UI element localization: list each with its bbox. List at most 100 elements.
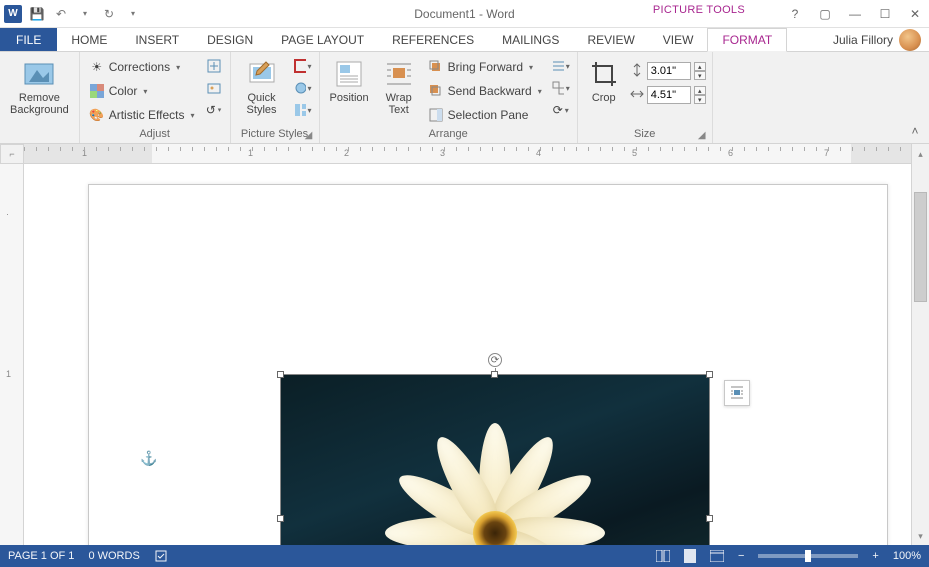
- read-mode-icon[interactable]: [656, 550, 670, 562]
- tab-insert[interactable]: INSERT: [121, 28, 193, 51]
- tab-review[interactable]: REVIEW: [573, 28, 648, 51]
- resize-handle-tm[interactable]: [491, 371, 498, 378]
- scroll-up-button[interactable]: ▴: [911, 144, 929, 164]
- arrange-group-label: Arrange: [429, 128, 468, 140]
- width-spin-down[interactable]: ▾: [694, 95, 706, 104]
- height-icon: [630, 63, 644, 80]
- vertical-ruler[interactable]: · 1: [0, 164, 24, 545]
- rotate-handle[interactable]: ⟳: [488, 353, 502, 367]
- resize-handle-ml[interactable]: [277, 515, 284, 522]
- resize-handle-tr[interactable]: [706, 371, 713, 378]
- chevron-down-icon: ▾: [191, 111, 195, 120]
- corrections-button[interactable]: ☀ Corrections ▾: [86, 56, 198, 78]
- chevron-down-icon: ▾: [176, 63, 180, 72]
- tab-selector[interactable]: ⌐: [0, 144, 24, 164]
- avatar: [899, 29, 921, 51]
- compress-pictures-button[interactable]: [204, 56, 224, 76]
- chevron-down-icon: ▾: [529, 63, 533, 72]
- inserted-picture[interactable]: ⟳: [280, 374, 710, 545]
- shape-width-input[interactable]: [647, 86, 691, 104]
- horizontal-ruler[interactable]: 11234567: [24, 144, 911, 164]
- zoom-slider[interactable]: [758, 554, 858, 558]
- picture-border-button[interactable]: ▾: [293, 56, 313, 76]
- resize-handle-mr[interactable]: [706, 515, 713, 522]
- color-button[interactable]: Color ▾: [86, 80, 198, 102]
- tab-home[interactable]: HOME: [57, 28, 121, 51]
- tab-page-layout[interactable]: PAGE LAYOUT: [267, 28, 378, 51]
- corrections-icon: ☀: [89, 59, 105, 75]
- remove-background-icon: [23, 58, 55, 90]
- undo-dropdown-icon[interactable]: ▾: [76, 5, 94, 23]
- crop-button[interactable]: Crop: [584, 56, 624, 106]
- wrap-text-button[interactable]: Wrap Text: [379, 56, 419, 118]
- save-icon[interactable]: 💾: [28, 5, 46, 23]
- selection-pane-icon: [428, 107, 444, 123]
- align-button[interactable]: ▾: [551, 56, 571, 76]
- group-button[interactable]: ▾: [551, 78, 571, 98]
- tab-format[interactable]: FORMAT: [707, 28, 787, 52]
- maximize-icon[interactable]: ☐: [875, 4, 895, 24]
- word-count[interactable]: 0 WORDS: [88, 550, 139, 562]
- quick-styles-label: Quick Styles: [247, 92, 277, 116]
- height-input-row: ▴▾: [630, 62, 706, 80]
- picture-styles-launcher[interactable]: ◢: [303, 129, 315, 141]
- artistic-effects-label: Artistic Effects: [109, 108, 185, 122]
- ruler-row: ⌐ 11234567 ▴: [0, 144, 929, 164]
- reset-picture-button[interactable]: ↺▾: [204, 100, 224, 120]
- qat-customize-icon[interactable]: ▾: [124, 5, 142, 23]
- undo-icon[interactable]: ↶: [52, 5, 70, 23]
- tab-file[interactable]: FILE: [0, 28, 57, 51]
- redo-icon[interactable]: ↻: [100, 5, 118, 23]
- width-spin-up[interactable]: ▴: [694, 86, 706, 95]
- tab-view[interactable]: VIEW: [649, 28, 708, 51]
- remove-background-button[interactable]: Remove Background: [6, 56, 73, 118]
- adjust-group-label: Adjust: [139, 128, 170, 140]
- tab-references[interactable]: REFERENCES: [378, 28, 488, 51]
- wrap-text-label: Wrap Text: [386, 92, 412, 116]
- layout-options-button[interactable]: [724, 380, 750, 406]
- zoom-slider-knob[interactable]: [805, 550, 811, 562]
- minimize-icon[interactable]: —: [845, 4, 865, 24]
- scrollbar-thumb[interactable]: [914, 192, 927, 302]
- print-layout-icon[interactable]: [684, 549, 696, 563]
- resize-handle-tl[interactable]: [277, 371, 284, 378]
- artistic-effects-icon: 🎨: [89, 107, 105, 123]
- height-spin-down[interactable]: ▾: [694, 71, 706, 80]
- size-group-label: Size: [634, 128, 655, 140]
- picture-layout-button[interactable]: ▾: [293, 100, 313, 120]
- shape-height-input[interactable]: [647, 62, 691, 80]
- web-layout-icon[interactable]: [710, 550, 724, 562]
- height-spin-up[interactable]: ▴: [694, 62, 706, 71]
- quick-styles-button[interactable]: Quick Styles: [237, 56, 287, 118]
- bring-forward-button[interactable]: Bring Forward ▾: [425, 56, 545, 78]
- selection-pane-button[interactable]: Selection Pane: [425, 104, 545, 126]
- size-launcher[interactable]: ◢: [696, 129, 708, 141]
- ribbon-tabs: FILE HOME INSERT DESIGN PAGE LAYOUT REFE…: [0, 28, 929, 52]
- scroll-down-button[interactable]: ▾: [912, 527, 929, 545]
- tab-design[interactable]: DESIGN: [193, 28, 267, 51]
- remove-background-label: Remove Background: [10, 92, 69, 116]
- status-bar: PAGE 1 OF 1 0 WORDS − + 100%: [0, 545, 929, 567]
- page-indicator[interactable]: PAGE 1 OF 1: [8, 550, 74, 562]
- send-backward-button[interactable]: Send Backward ▾: [425, 80, 545, 102]
- close-icon[interactable]: ✕: [905, 4, 925, 24]
- user-account[interactable]: Julia Fillory: [825, 28, 929, 51]
- ribbon-display-options-icon[interactable]: ▢: [815, 4, 835, 24]
- collapse-ribbon-icon[interactable]: ˄: [907, 123, 923, 139]
- artistic-effects-button[interactable]: 🎨 Artistic Effects ▾: [86, 104, 198, 126]
- zoom-level[interactable]: 100%: [893, 550, 921, 562]
- tab-mailings[interactable]: MAILINGS: [488, 28, 573, 51]
- position-button[interactable]: Position: [326, 56, 373, 106]
- help-icon[interactable]: ?: [785, 4, 805, 24]
- vertical-scrollbar[interactable]: ▾: [911, 164, 929, 545]
- change-picture-button[interactable]: [204, 78, 224, 98]
- picture-effects-button[interactable]: ▾: [293, 78, 313, 98]
- document-canvas[interactable]: ⚓ ⟳: [24, 164, 911, 545]
- rotate-button[interactable]: ⟳▾: [551, 100, 571, 120]
- width-icon: [630, 87, 644, 104]
- ribbon: Remove Background ☀ Corrections ▾ Color …: [0, 52, 929, 144]
- bring-forward-icon: [428, 59, 444, 75]
- zoom-in-button[interactable]: +: [872, 550, 878, 562]
- proofing-icon[interactable]: [154, 549, 168, 563]
- zoom-out-button[interactable]: −: [738, 550, 744, 562]
